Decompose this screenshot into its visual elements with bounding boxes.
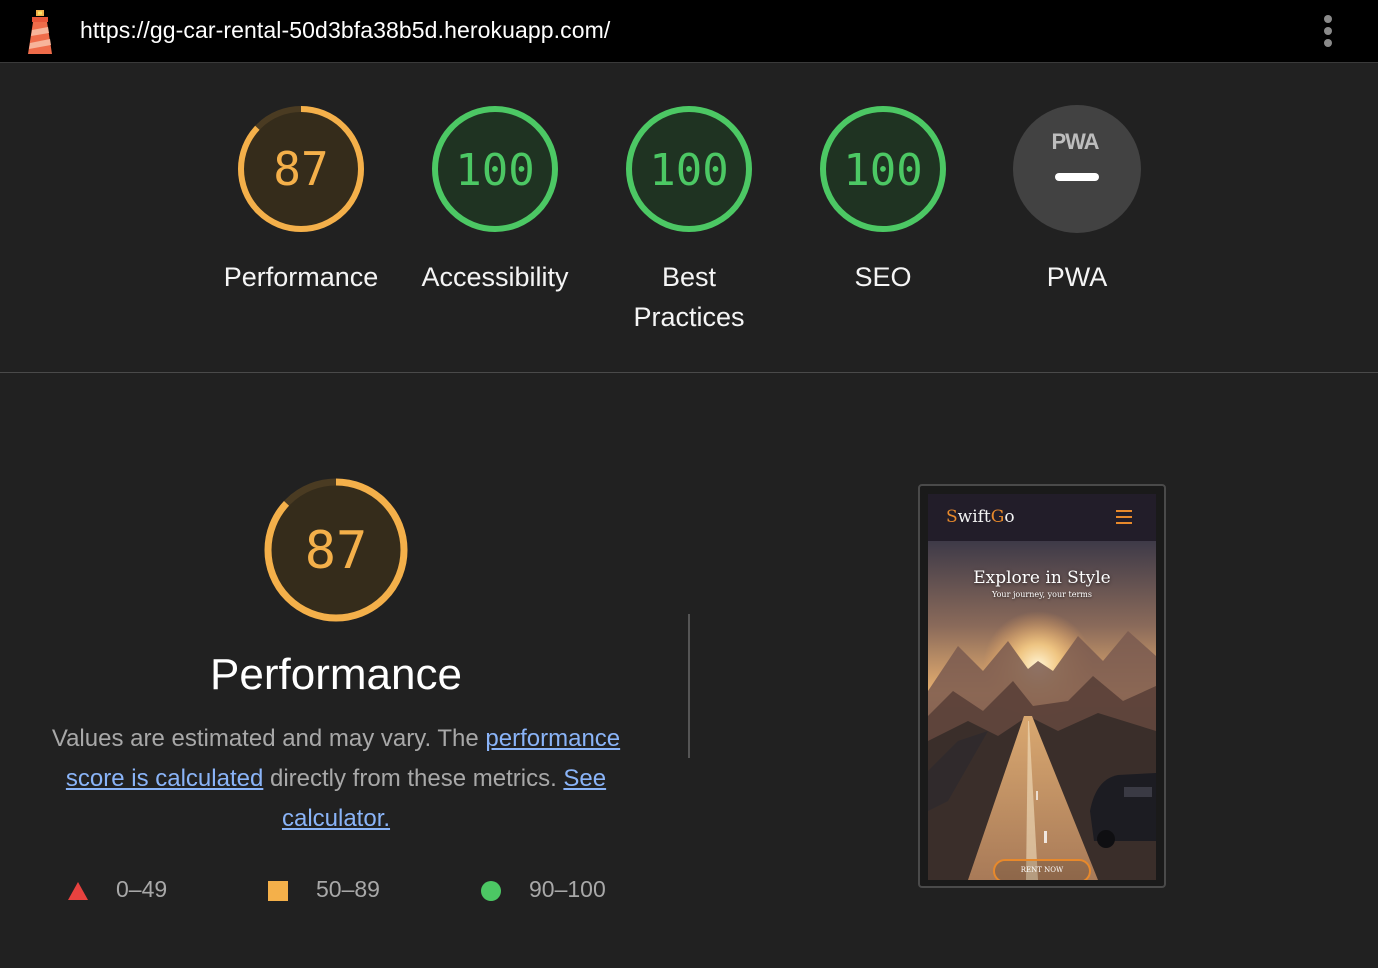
vertical-divider	[688, 614, 690, 758]
hero-subtitle: Your journey, your terms	[992, 590, 1092, 599]
legend-average: 50–89	[267, 876, 397, 906]
section-divider	[0, 372, 1378, 373]
screenshot-hero: Explore in Style Your journey, your term…	[928, 541, 1156, 880]
legend-pass-range: 90–100	[529, 876, 606, 902]
brand-end: o	[1004, 507, 1015, 527]
gauge-pwa[interactable]: PWA PWA	[977, 103, 1177, 297]
gauge-accessibility-ring: 100	[432, 106, 558, 232]
gauge-performance-ring: 87	[238, 106, 364, 232]
legend-fail: 0–49	[67, 876, 187, 906]
hero-title: Explore in Style	[973, 568, 1111, 588]
gauge-best-practices[interactable]: 100 Best Practices	[589, 103, 789, 337]
legend-fail-range: 0–49	[116, 876, 168, 902]
square-icon	[268, 881, 288, 901]
pwa-dash-icon	[1055, 173, 1099, 181]
gauge-best-practices-label-line2: Practices	[633, 302, 745, 332]
gauge-best-practices-label: Best Practices	[589, 257, 789, 337]
performance-title: Performance	[210, 650, 462, 699]
pwa-badge-text: PWA	[1051, 129, 1099, 154]
gauge-accessibility-label: Accessibility	[421, 262, 569, 292]
performance-gauge-score: 87	[305, 521, 368, 581]
screenshot-navbar: SwiftGo	[928, 494, 1156, 541]
screenshot-viewport: SwiftGo Explore in Style Your journey, y…	[928, 494, 1156, 880]
legend-pass: 90–100	[480, 876, 620, 906]
rent-now-button[interactable]: RENT NOW	[993, 859, 1091, 880]
gauge-performance-score: 87	[273, 142, 328, 196]
brand-accent-letter: G	[990, 507, 1005, 527]
legend-average-range: 50–89	[316, 876, 380, 902]
page-url: https://gg-car-rental-50d3bfa38b5d.herok…	[80, 17, 611, 43]
circle-icon	[481, 881, 501, 901]
brand-rest: wift	[957, 507, 991, 527]
gauge-seo[interactable]: 100 SEO	[783, 103, 983, 297]
top-bar: https://gg-car-rental-50d3bfa38b5d.herok…	[0, 0, 1378, 63]
gauge-performance[interactable]: 87 Performance	[201, 103, 401, 297]
brand-first-letter: S	[946, 507, 958, 527]
performance-description: Values are estimated and may vary. The p…	[40, 719, 632, 839]
triangle-icon	[68, 882, 88, 900]
lighthouse-logo-icon	[28, 10, 52, 54]
gauge-seo-ring: 100	[820, 106, 946, 232]
gauge-seo-label: SEO	[854, 262, 912, 292]
pwa-badge-icon: PWA	[1013, 105, 1141, 233]
gauge-accessibility[interactable]: 100 Accessibility	[395, 103, 595, 297]
gauge-best-practices-score: 100	[649, 145, 728, 196]
gauge-performance-label: Performance	[223, 262, 379, 292]
gauge-pwa-label: PWA	[1046, 262, 1108, 292]
more-options-icon[interactable]	[1314, 12, 1342, 50]
hamburger-menu-icon[interactable]	[1116, 510, 1132, 524]
final-screenshot[interactable]: SwiftGo Explore in Style Your journey, y…	[918, 484, 1166, 888]
performance-desc-prefix: Values are estimated and may vary. The	[51, 725, 486, 752]
screenshot-brand: SwiftGo	[946, 507, 1015, 527]
performance-gauge[interactable]: 87	[263, 477, 409, 623]
gauge-accessibility-score: 100	[455, 145, 534, 196]
gauge-seo-score: 100	[843, 145, 922, 196]
gauge-best-practices-ring: 100	[626, 106, 752, 232]
performance-desc-middle: directly from these metrics.	[263, 765, 564, 792]
gauge-best-practices-label-line1: Best	[661, 262, 717, 292]
